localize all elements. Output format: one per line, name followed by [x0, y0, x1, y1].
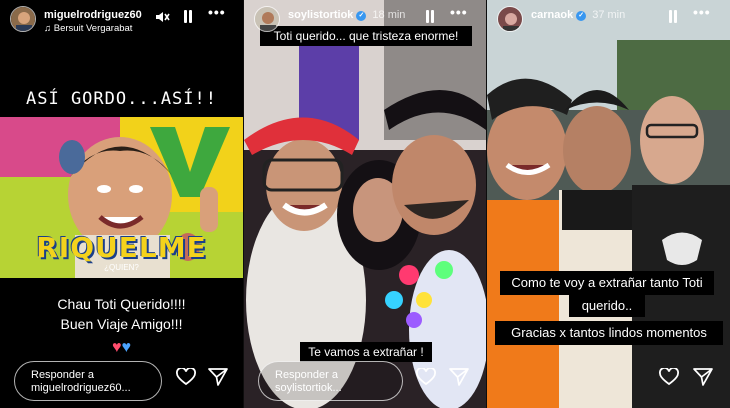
poster-title: RIQUELME [36, 231, 207, 264]
stories-row: miguelrodriguez60 ♫ Bersuit Vergarabat •… [0, 0, 730, 408]
mute-icon[interactable] [155, 10, 170, 26]
avatar[interactable] [254, 6, 280, 32]
send-icon[interactable] [208, 368, 228, 391]
pause-icon[interactable] [667, 10, 679, 23]
more-icon[interactable]: ••• [693, 5, 711, 19]
emoji-hearts: ♥♥ ❤️💙 [112, 339, 131, 356]
caption-line1: Como te voy a extrañar tanto Toti [500, 271, 714, 295]
caption-line3: Gracias x tantos lindos momentos [495, 321, 723, 345]
reply-input[interactable]: Responder a miguelrodriguez60... [14, 361, 162, 401]
story-footer [487, 356, 730, 408]
verified-badge-icon: ✓ [576, 11, 587, 21]
story-footer: Responder a miguelrodriguez60... [0, 356, 243, 408]
poster-subtitle: ¿QUIEN? [104, 263, 139, 272]
story-header: soylistortiok ✓ 18 min ••• [244, 0, 486, 44]
story-soylistortiok[interactable]: soylistortiok ✓ 18 min ••• Toti querido...… [244, 0, 486, 408]
avatar[interactable] [497, 6, 523, 32]
more-icon[interactable]: ••• [450, 5, 468, 19]
music-icon: ♫ [44, 23, 52, 34]
username[interactable]: soylistortiok ✓ 18 min [288, 9, 405, 21]
story-header: carnaok ✓ 37 min ••• [487, 0, 730, 44]
heart-icon[interactable] [176, 367, 196, 391]
reply-input[interactable]: Responder a soylistortiok... [258, 361, 403, 401]
pause-icon[interactable] [182, 10, 194, 23]
avatar[interactable] [10, 6, 36, 32]
story-miguelrodriguez60[interactable]: miguelrodriguez60 ♫ Bersuit Vergarabat •… [0, 0, 243, 408]
send-icon[interactable] [449, 368, 469, 391]
username[interactable]: miguelrodriguez60 [44, 9, 142, 21]
story-carnaok[interactable]: carnaok ✓ 37 min ••• Como te voy a extraña… [487, 0, 730, 408]
story-photo [487, 0, 730, 408]
verified-badge-icon: ✓ [356, 11, 367, 21]
music-label[interactable]: ♫ Bersuit Vergarabat [44, 23, 132, 34]
send-icon[interactable] [693, 368, 713, 391]
story-footer: Responder a soylistortiok... [244, 356, 486, 408]
heart-icon[interactable] [659, 367, 679, 391]
story-title-text: ASÍ GORDO...ASÍ!! [26, 89, 217, 109]
caption-line2: querido.. [569, 295, 645, 317]
poster-image: RIQUELME ¿QUIEN? [0, 117, 243, 278]
username[interactable]: carnaok ✓ 37 min [531, 9, 625, 21]
heart-icon[interactable] [416, 367, 436, 391]
story-message: Chau Toti Querido!!!! Buen Viaje Amigo!!… [57, 296, 186, 332]
more-icon[interactable]: ••• [208, 5, 226, 19]
story-header: miguelrodriguez60 ♫ Bersuit Vergarabat •… [0, 0, 243, 44]
pause-icon[interactable] [424, 10, 436, 23]
